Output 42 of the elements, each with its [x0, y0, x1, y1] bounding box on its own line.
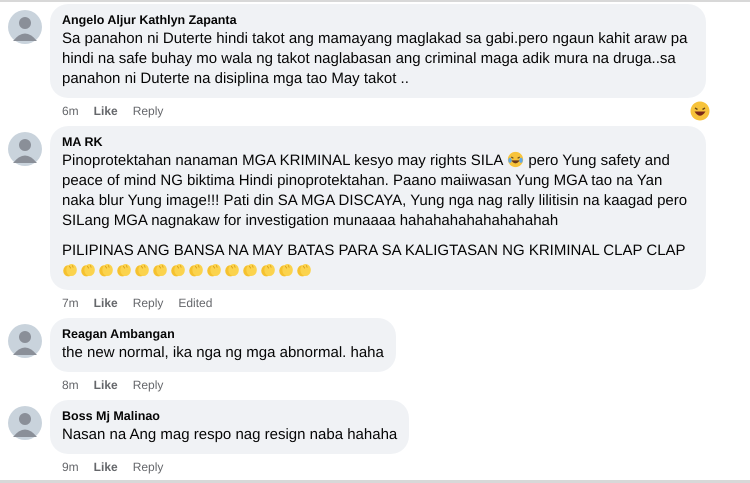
comment-text: Pinoprotektahan nanaman MGA KRIMINAL kesyo may rights SILA pero Yung safety and peace of mind NG biktima Hindi pinoprotektahan. Paano maiiwasan Yung MGA tao na Yan naka blur Yung image!!! Pati din SA MGA DISCAYA, Yung nga nag rally lilitisin na kaagad pero SILang MGA nagnakaw for investigation munaaaa hahahahahahahahahah: [62, 151, 688, 231]
clapping-hands-icon: [260, 262, 276, 278]
laughing-tears-emoji-icon: [507, 151, 524, 168]
avatar-icon: [8, 406, 42, 440]
author-name[interactable]: Angelo Aljur Kathlyn Zapanta: [62, 12, 694, 29]
reply-link[interactable]: Reply: [132, 296, 164, 310]
comment-text: PILIPINAS ANG BANSA NA MAY BATAS PARA SA KALIGTASAN NG KRIMINAL CLAP CLAP: [62, 241, 687, 261]
avatar-icon: [8, 10, 42, 44]
avatar-icon: [8, 324, 42, 358]
reply-link[interactable]: Reply: [132, 460, 164, 474]
clapping-hands-icon: [170, 262, 186, 278]
timestamp[interactable]: 9m: [62, 460, 79, 474]
comment-text: Nasan na Ang mag respo nag resign naba hahaha: [62, 425, 398, 445]
clapping-hands-icon: [224, 262, 240, 278]
comment-text: Sa panahon ni Duterte hindi takot ang mamayang maglakad sa gabi.pero ngaun kahit araw pa hindi na safe buhay mo wala ng takot naglabasan ang criminal maga adik mura na druga..sa panahon ni Duterte na disiplina mga tao May takot ..: [62, 29, 688, 89]
comment-text: the new normal, ika nga ng mga abnormal. haha: [62, 343, 384, 363]
timestamp[interactable]: 7m: [62, 296, 79, 310]
clapping-hands-icon: [134, 262, 150, 278]
author-name[interactable]: Reagan Ambangan: [62, 326, 384, 343]
clapping-hands-icon: [62, 262, 78, 278]
reply-link[interactable]: Reply: [132, 104, 164, 118]
clapping-hands-icon: [296, 262, 312, 278]
clapping-hands-icon: [152, 262, 168, 278]
clapping-hands-icon: [98, 262, 114, 278]
clapping-hands-icon: [278, 262, 294, 278]
like-link[interactable]: Like: [94, 460, 118, 474]
author-name[interactable]: Boss Mj Malinao: [62, 408, 398, 425]
edited-label[interactable]: Edited: [178, 296, 212, 310]
reply-link[interactable]: Reply: [132, 378, 164, 392]
like-link[interactable]: Like: [94, 378, 118, 392]
timestamp[interactable]: 8m: [62, 378, 79, 392]
like-link[interactable]: Like: [94, 104, 118, 118]
avatar-icon: [8, 132, 42, 166]
timestamp[interactable]: 6m: [62, 104, 79, 118]
clapping-hands-icon: [116, 262, 132, 278]
laughing-emoji-icon[interactable]: [690, 101, 710, 121]
author-name[interactable]: MA RK: [62, 134, 694, 151]
clapping-hands-icon: [80, 262, 96, 278]
clapping-hands-icon: [206, 262, 222, 278]
like-link[interactable]: Like: [94, 296, 118, 310]
clapping-hands-icon: [242, 262, 258, 278]
clapping-hands-icon: [188, 262, 204, 278]
